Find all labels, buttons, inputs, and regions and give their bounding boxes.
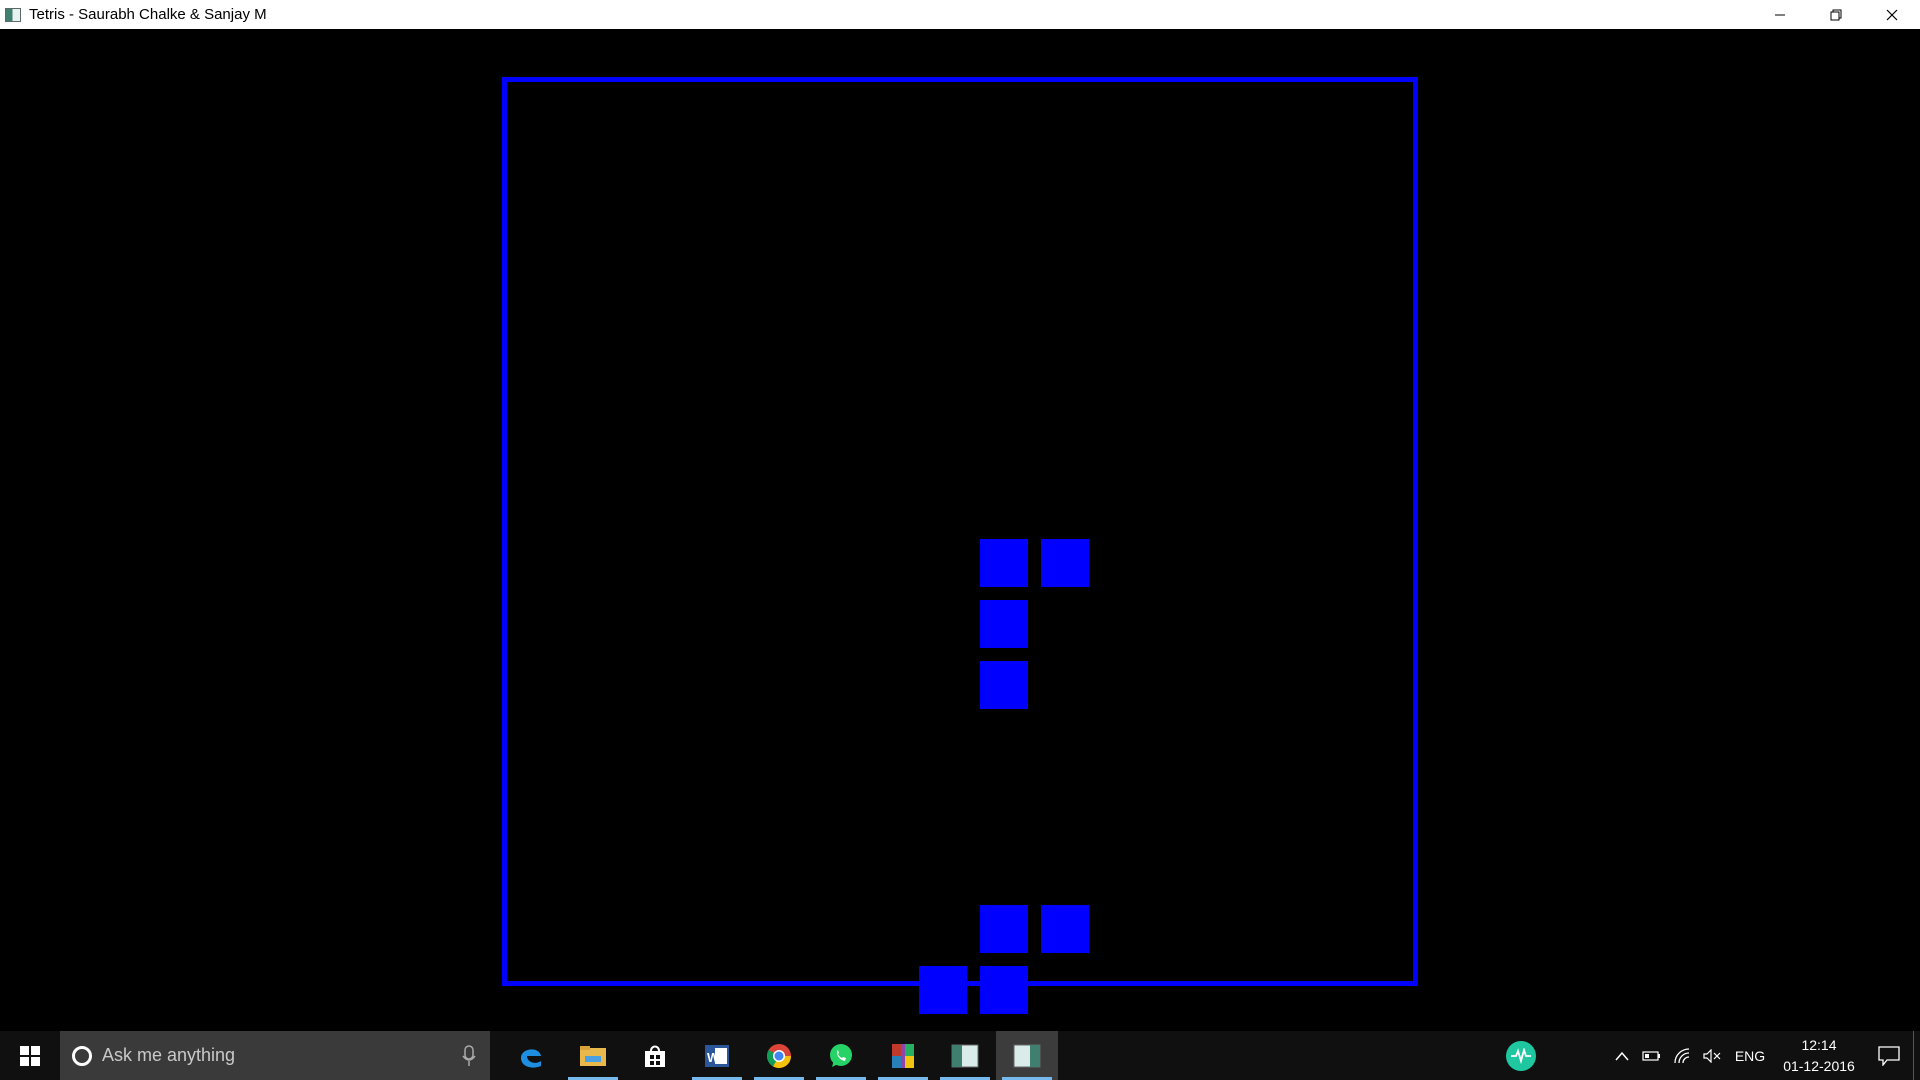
taskbar-file-explorer[interactable] <box>562 1031 624 1080</box>
minimize-icon <box>1775 14 1785 15</box>
chrome-icon <box>766 1043 791 1068</box>
pulse-icon <box>1511 1048 1531 1064</box>
tetris-block <box>1041 905 1089 953</box>
tetris-block <box>980 966 1028 1014</box>
tetris-block <box>919 966 967 1014</box>
restore-icon <box>1830 9 1842 20</box>
taskbar-word[interactable]: W <box>686 1031 748 1080</box>
word-icon: W <box>705 1044 729 1067</box>
app-window-icon[interactable] <box>5 7 21 22</box>
close-icon <box>1886 9 1898 20</box>
file-explorer-icon <box>580 1045 606 1066</box>
start-button[interactable] <box>0 1031 60 1080</box>
tetris-board <box>502 77 1418 1014</box>
pinned-apps: W <box>500 1031 1058 1080</box>
cortana-icon <box>72 1045 92 1066</box>
taskbar-tetris-window-2[interactable] <box>996 1031 1058 1080</box>
battery-tray[interactable] <box>1637 1050 1667 1062</box>
wifi-icon <box>1674 1047 1690 1063</box>
whatsapp-icon <box>830 1043 852 1067</box>
show-desktop-button[interactable] <box>1913 1031 1920 1080</box>
chevron-up-icon <box>1615 1051 1629 1060</box>
tetris-block <box>980 905 1028 953</box>
action-center-button[interactable] <box>1865 1045 1913 1066</box>
system-tray: ENG 12:14 01-12-2016 <box>1607 1031 1920 1080</box>
window-controls <box>1752 0 1920 29</box>
search-placeholder: Ask me anything <box>102 1045 236 1065</box>
window-titlebar: Tetris - Saurabh Chalke & Sanjay M <box>0 0 1920 29</box>
winrar-icon <box>892 1043 914 1068</box>
taskbar-edge[interactable] <box>500 1031 562 1080</box>
health-monitor-tray-icon[interactable] <box>1506 1041 1536 1071</box>
network-tray[interactable] <box>1667 1047 1697 1064</box>
taskbar-store[interactable] <box>624 1031 686 1080</box>
microphone-icon[interactable] <box>462 1045 476 1067</box>
clock-date: 01-12-2016 <box>1783 1057 1855 1074</box>
taskbar-whatsapp[interactable] <box>810 1031 872 1080</box>
tetris-block <box>980 600 1028 648</box>
tetris-app-icon <box>951 1044 979 1067</box>
minimize-button[interactable] <box>1752 0 1808 29</box>
clock-time: 12:14 <box>1801 1036 1837 1053</box>
notification-icon <box>1878 1045 1900 1066</box>
close-button[interactable] <box>1864 0 1920 29</box>
tetris-block <box>1041 539 1089 587</box>
taskbar-tetris-window-1[interactable] <box>934 1031 996 1080</box>
taskbar: Ask me anything W ENG 12:14 01-12-2016 <box>0 1031 1920 1080</box>
tetris-block <box>980 539 1028 587</box>
cortana-search-box[interactable]: Ask me anything <box>60 1031 490 1080</box>
store-icon <box>645 1045 665 1067</box>
tetris-block <box>980 661 1028 709</box>
window-title: Tetris - Saurabh Chalke & Sanjay M <box>29 6 267 23</box>
taskbar-chrome[interactable] <box>748 1031 810 1080</box>
show-hidden-icons-button[interactable] <box>1607 1051 1637 1061</box>
input-language[interactable]: ENG <box>1727 1048 1773 1064</box>
windows-logo-icon <box>20 1045 40 1066</box>
volume-tray[interactable] <box>1697 1048 1727 1063</box>
clock[interactable]: 12:14 01-12-2016 <box>1773 1035 1865 1077</box>
svg-text:W: W <box>707 1050 720 1065</box>
restore-button[interactable] <box>1808 0 1864 29</box>
edge-icon <box>521 1048 541 1068</box>
game-canvas[interactable] <box>0 29 1920 1031</box>
volume-muted-icon <box>1703 1048 1721 1063</box>
battery-icon <box>1642 1050 1660 1061</box>
tetris-app-icon <box>1013 1044 1041 1067</box>
taskbar-winrar[interactable] <box>872 1031 934 1080</box>
